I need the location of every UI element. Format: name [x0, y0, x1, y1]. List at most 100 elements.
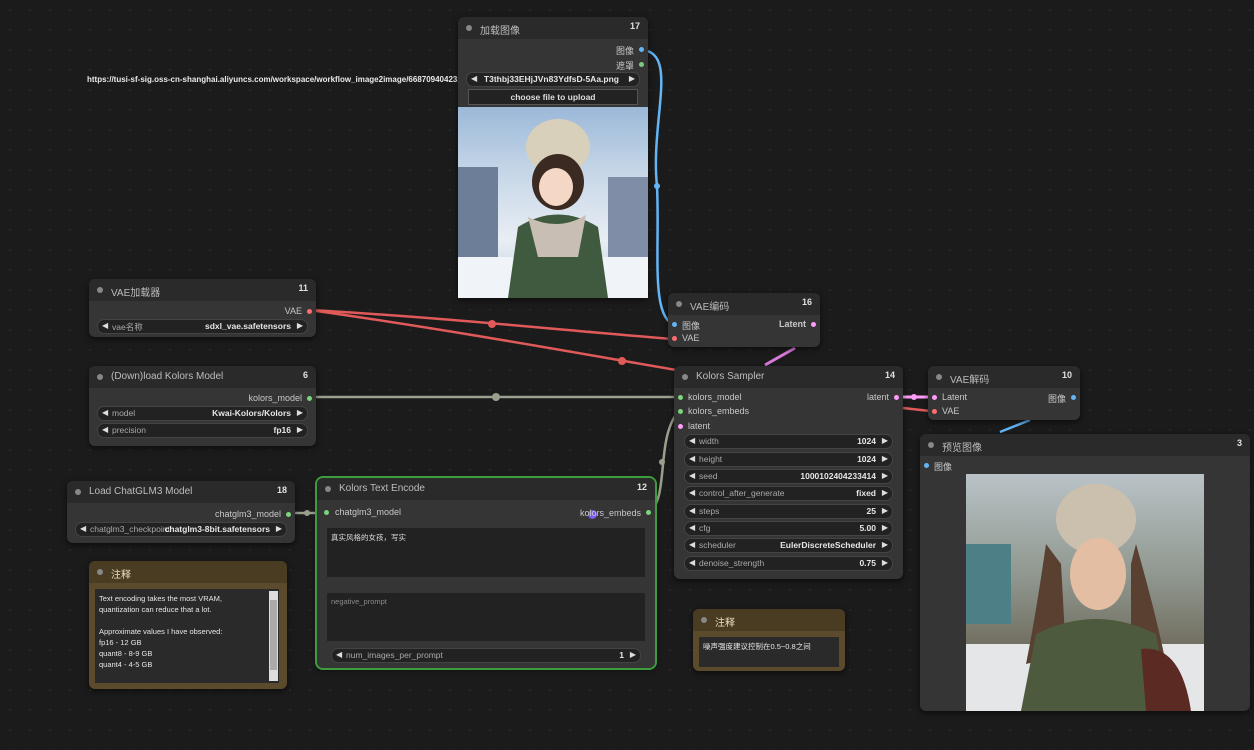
preview-image-node[interactable]: 预览图像 3 图像: [920, 434, 1250, 711]
kolors-sampler-node[interactable]: Kolors Sampler 14 kolors_model latent ko…: [674, 366, 903, 579]
scheduler-widget[interactable]: ◀ scheduler EulerDiscreteScheduler ▶: [684, 538, 893, 553]
text-encode-node[interactable]: Kolors Text Encode 12 chatglm3_model kol…: [315, 476, 657, 670]
denoise-strength-widget[interactable]: ◀ denoise_strength 0.75 ▶: [684, 556, 893, 571]
node-header[interactable]: VAE解码 10: [928, 366, 1080, 388]
collapse-dot-icon[interactable]: [701, 617, 707, 623]
node-header[interactable]: 注释: [89, 561, 287, 583]
collapse-dot-icon[interactable]: [928, 442, 934, 448]
arrow-left-icon[interactable]: ◀: [102, 321, 108, 330]
arrow-right-icon[interactable]: ▶: [882, 488, 888, 497]
vae-name-widget[interactable]: ◀ vae名称 sdxl_vae.safetensors ▶: [97, 319, 308, 334]
prompt-textarea[interactable]: 真实风格的女孩，写实: [327, 528, 645, 577]
collapse-dot-icon[interactable]: [75, 489, 81, 495]
node-header[interactable]: Load ChatGLM3 Model 18: [67, 481, 295, 503]
arrow-right-icon[interactable]: ▶: [297, 408, 303, 417]
output-model-socket[interactable]: [307, 396, 312, 401]
cfg-widget[interactable]: ◀ cfg 5.00 ▶: [684, 521, 893, 536]
input-chatglm-socket[interactable]: [324, 510, 329, 515]
arrow-left-icon[interactable]: ◀: [689, 506, 695, 515]
arrow-right-icon[interactable]: ▶: [276, 524, 282, 533]
vae-encode-node[interactable]: VAE编码 16 图像 Latent VAE: [668, 293, 820, 347]
model-widget[interactable]: ◀ model Kwai-Kolors/Kolors ▶: [97, 406, 308, 421]
output-mask-socket[interactable]: [639, 62, 644, 67]
output-latent-socket[interactable]: [894, 395, 899, 400]
output-image-socket[interactable]: [1071, 395, 1076, 400]
note-textarea[interactable]: Text encoding takes the most VRAM, quant…: [95, 589, 279, 683]
num-images-widget[interactable]: ◀ num_images_per_prompt 1 ▶: [331, 648, 641, 663]
load-image-node[interactable]: 加载图像 17 图像 遮罩 ◀ T3thbj33EHjJVn83YdfsD-5A…: [458, 17, 648, 298]
precision-widget[interactable]: ◀ precision fp16 ▶: [97, 423, 308, 438]
arrow-right-icon[interactable]: ▶: [882, 506, 888, 515]
arrow-right-icon[interactable]: ▶: [882, 540, 888, 549]
collapse-dot-icon[interactable]: [466, 25, 472, 31]
chatglm-checkpoint-widget[interactable]: ◀ chatglm3_checkpoint chatglm3-8bit.safe…: [75, 522, 287, 537]
control-after-generate-widget[interactable]: ◀ control_after_generate fixed ▶: [684, 486, 893, 501]
arrow-left-icon[interactable]: ◀: [689, 488, 695, 497]
arrow-right-icon[interactable]: ▶: [629, 74, 635, 83]
node-header[interactable]: 加载图像 17: [458, 17, 648, 39]
input-latent-socket[interactable]: [932, 395, 937, 400]
output-latent-socket[interactable]: [811, 322, 816, 327]
collapse-dot-icon[interactable]: [936, 374, 942, 380]
input-latent-socket[interactable]: [678, 424, 683, 429]
steps-widget[interactable]: ◀ steps 25 ▶: [684, 504, 893, 519]
height-widget[interactable]: ◀ height 1024 ▶: [684, 452, 893, 467]
input-model-socket[interactable]: [678, 395, 683, 400]
note-node[interactable]: 注释 Text encoding takes the most VRAM, qu…: [89, 561, 287, 689]
node-header[interactable]: (Down)load Kolors Model 6: [89, 366, 316, 388]
arrow-left-icon[interactable]: ◀: [689, 558, 695, 567]
output-image-socket[interactable]: [639, 47, 644, 52]
arrow-left-icon[interactable]: ◀: [102, 408, 108, 417]
arrow-right-icon[interactable]: ▶: [297, 425, 303, 434]
arrow-right-icon[interactable]: ▶: [630, 650, 636, 659]
arrow-right-icon[interactable]: ▶: [882, 436, 888, 445]
kolors-model-node[interactable]: (Down)load Kolors Model 6 kolors_model ◀…: [89, 366, 316, 446]
arrow-right-icon[interactable]: ▶: [882, 471, 888, 480]
seed-widget[interactable]: ◀ seed 1000102404233414 ▶: [684, 469, 893, 484]
arrow-left-icon[interactable]: ◀: [102, 425, 108, 434]
collapse-dot-icon[interactable]: [97, 569, 103, 575]
arrow-left-icon[interactable]: ◀: [689, 523, 695, 532]
input-embeds-socket[interactable]: [678, 409, 683, 414]
arrow-left-icon[interactable]: ◀: [689, 471, 695, 480]
note-textarea[interactable]: 噪声强度建议控制在0.5~0.8之间: [699, 637, 839, 667]
image-file-widget[interactable]: ◀ T3thbj33EHjJVn83YdfsD-5Aa.png ▶: [466, 72, 640, 87]
chatglm-loader-node[interactable]: Load ChatGLM3 Model 18 chatglm3_model ◀ …: [67, 481, 295, 543]
node-header[interactable]: 预览图像 3: [920, 434, 1250, 456]
output-vae-socket[interactable]: [307, 309, 312, 314]
negative-prompt-textarea[interactable]: negative_prompt: [327, 593, 645, 641]
arrow-right-icon[interactable]: ▶: [297, 321, 303, 330]
node-header[interactable]: VAE编码 16: [668, 293, 820, 315]
vae-decode-node[interactable]: VAE解码 10 Latent 图像 VAE: [928, 366, 1080, 420]
arrow-right-icon[interactable]: ▶: [882, 523, 888, 532]
collapse-dot-icon[interactable]: [97, 287, 103, 293]
vae-loader-node[interactable]: VAE加载器 11 VAE ◀ vae名称 sdxl_vae.safetenso…: [89, 279, 316, 337]
arrow-left-icon[interactable]: ◀: [336, 650, 342, 659]
collapse-dot-icon[interactable]: [682, 374, 688, 380]
arrow-left-icon[interactable]: ◀: [689, 436, 695, 445]
node-header[interactable]: 注释: [693, 609, 845, 631]
arrow-left-icon[interactable]: ◀: [80, 524, 86, 533]
input-image-socket[interactable]: [672, 322, 677, 327]
node-header[interactable]: Kolors Sampler 14: [674, 366, 903, 388]
arrow-right-icon[interactable]: ▶: [882, 558, 888, 567]
note-scrollbar[interactable]: [269, 591, 278, 681]
upload-button[interactable]: choose file to upload: [468, 89, 638, 105]
node-header[interactable]: VAE加载器 11: [89, 279, 316, 301]
scrollbar-thumb[interactable]: [270, 600, 277, 670]
width-widget[interactable]: ◀ width 1024 ▶: [684, 434, 893, 449]
arrow-left-icon[interactable]: ◀: [689, 454, 695, 463]
output-embeds-socket[interactable]: [646, 510, 651, 515]
arrow-left-icon[interactable]: ◀: [471, 74, 477, 83]
node-header[interactable]: Kolors Text Encode 12: [317, 478, 655, 500]
arrow-right-icon[interactable]: ▶: [882, 454, 888, 463]
collapse-dot-icon[interactable]: [325, 486, 331, 492]
input-vae-socket[interactable]: [672, 336, 677, 341]
arrow-left-icon[interactable]: ◀: [689, 540, 695, 549]
collapse-dot-icon[interactable]: [676, 301, 682, 307]
input-image-socket[interactable]: [924, 463, 929, 468]
output-chatglm-socket[interactable]: [286, 512, 291, 517]
note-node-denoise[interactable]: 注释 噪声强度建议控制在0.5~0.8之间: [693, 609, 845, 671]
input-vae-socket[interactable]: [932, 409, 937, 414]
collapse-dot-icon[interactable]: [97, 374, 103, 380]
